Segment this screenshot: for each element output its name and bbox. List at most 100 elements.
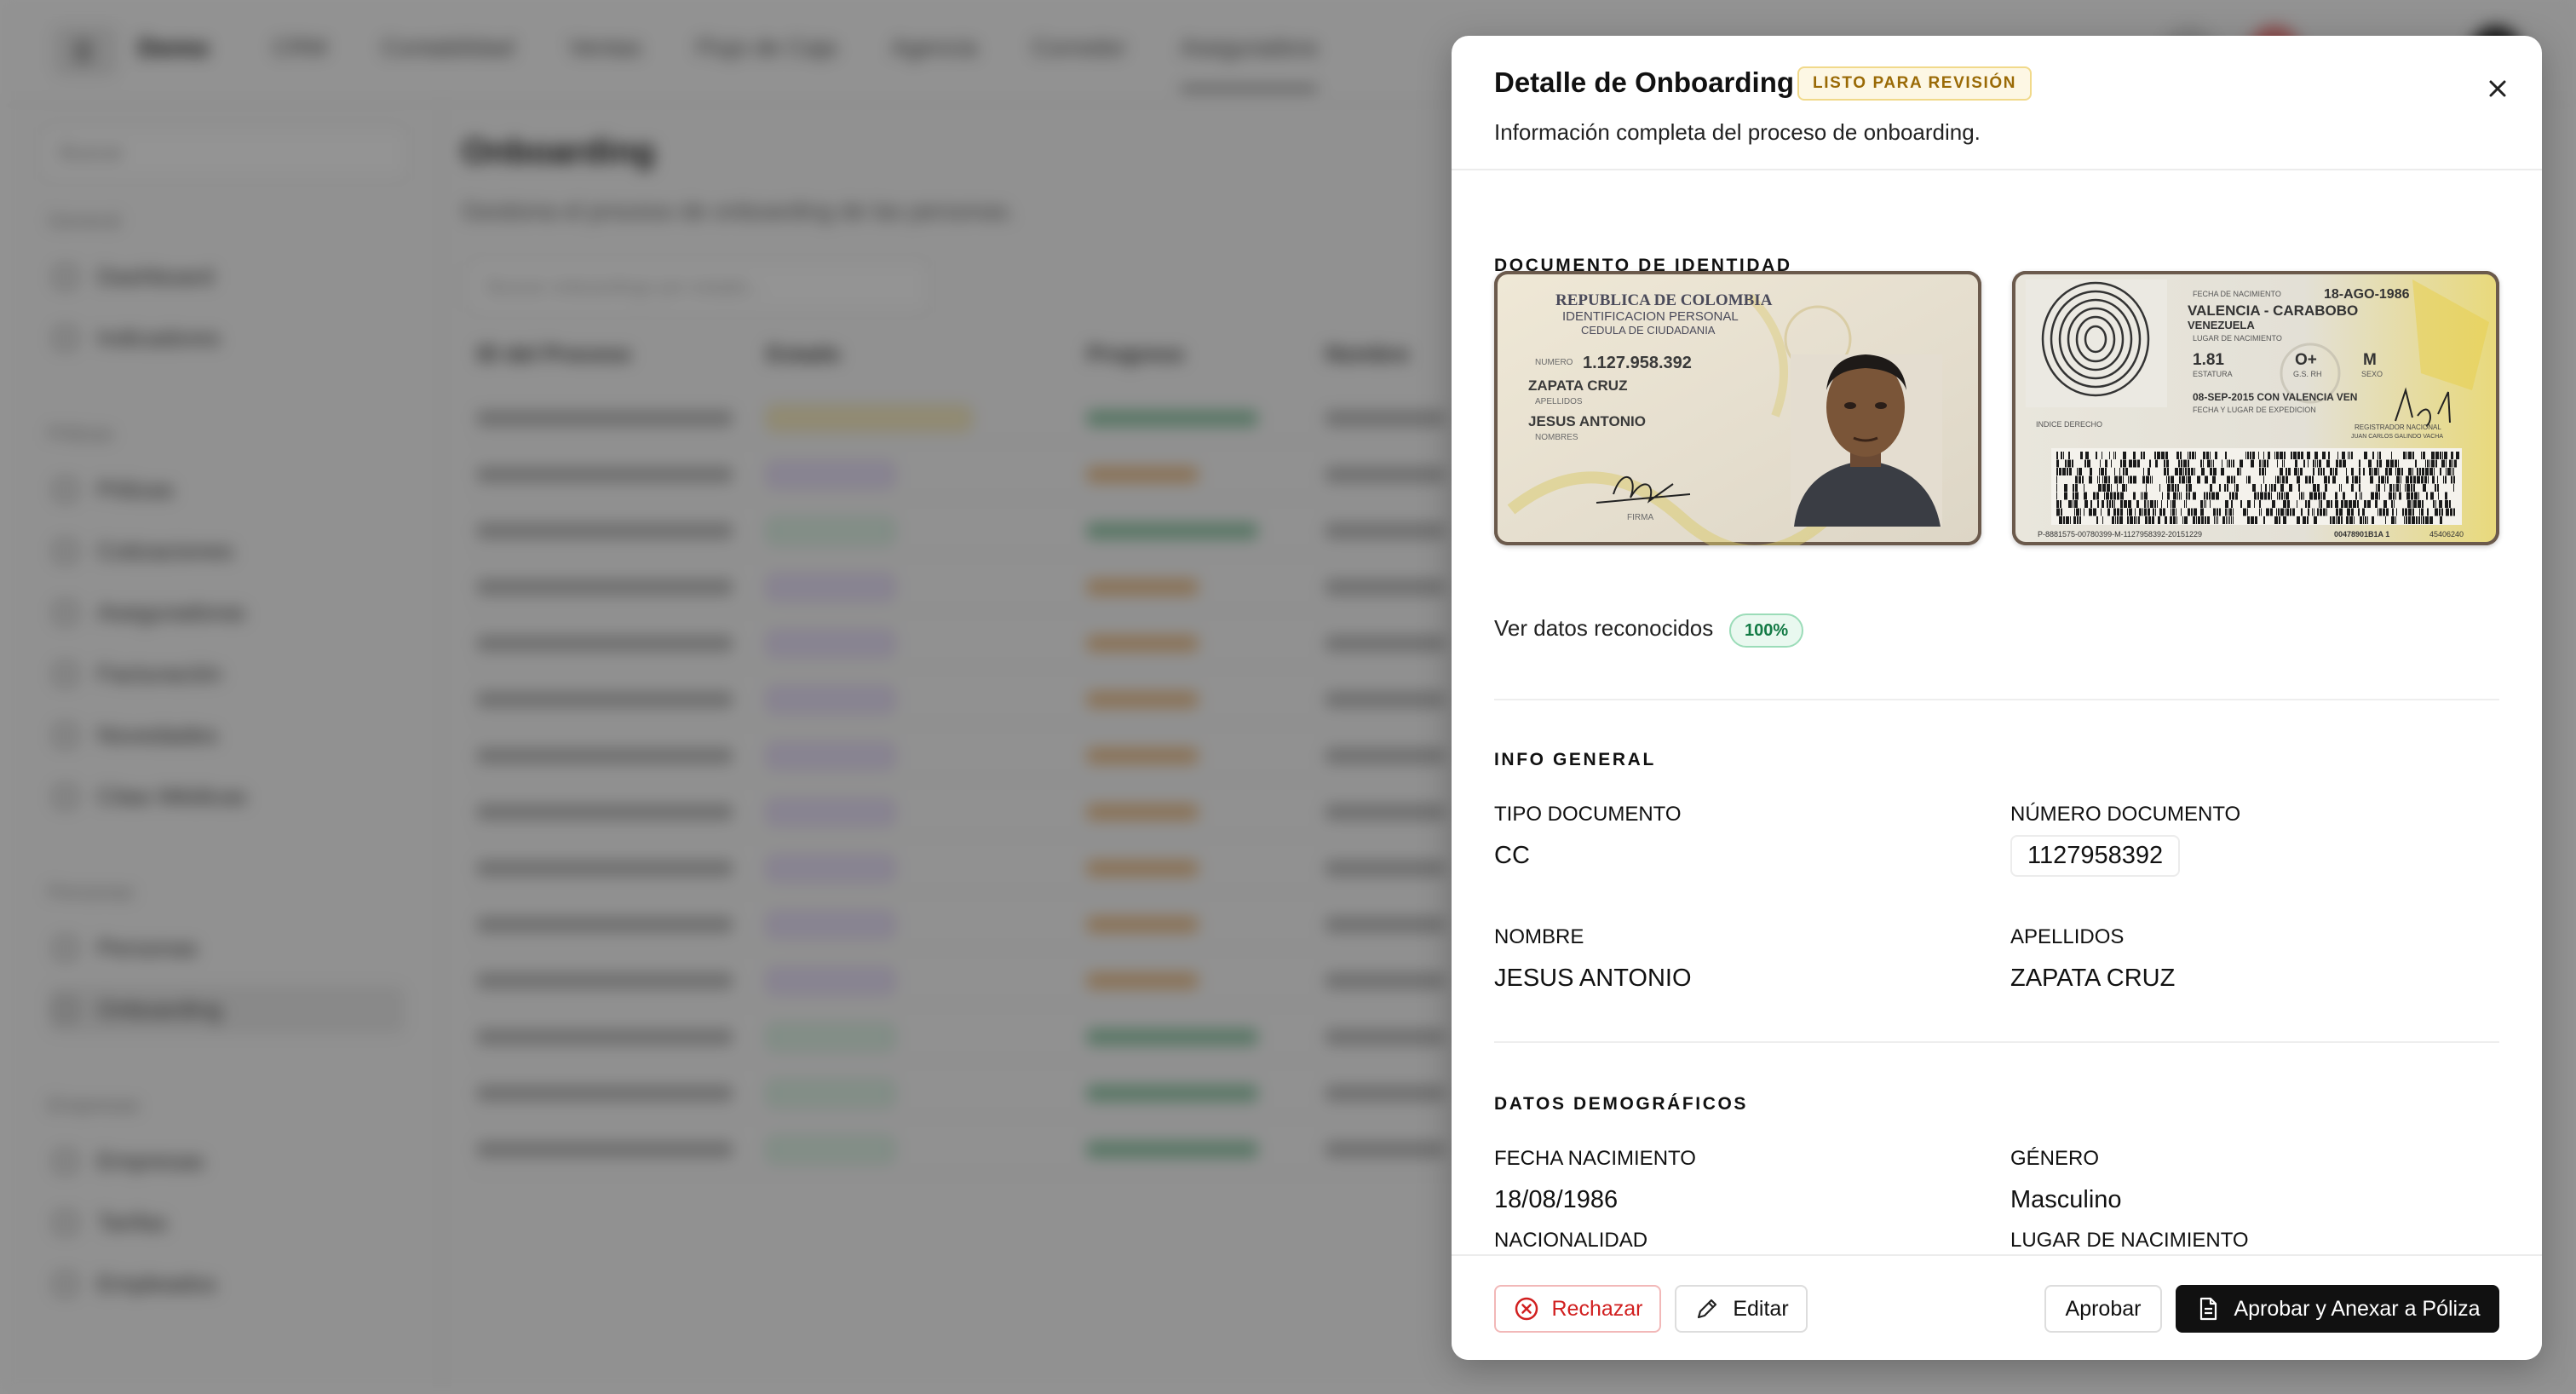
barcode-bar [2435,452,2439,459]
reject-button[interactable]: Rechazar [1494,1285,1661,1333]
barcode-bar [2404,516,2405,524]
barcode-bar [2435,500,2436,508]
barcode-bar [2295,459,2297,468]
barcode-bar [2261,484,2262,492]
barcode-bar [2205,500,2206,508]
barcode-bar [2183,468,2184,475]
barcode-bar [2233,459,2234,468]
barcode-bar [2233,516,2234,524]
barcode-bar [2073,492,2074,500]
barcode-bar [2207,516,2210,524]
barcode-bar [2301,508,2303,516]
barcode-bar [2216,492,2219,500]
approve-button[interactable]: Aprobar [2044,1285,2162,1333]
barcode-bar [2405,508,2407,516]
barcode-bar [2309,492,2313,500]
barcode-bar [2257,492,2259,500]
id-line2: IDENTIFICACION PERSONAL [1562,309,1739,324]
field-label-tipo-documento: TIPO DOCUMENTO [1494,803,1682,826]
barcode-bar [2428,475,2429,484]
barcode-bar [2333,468,2334,475]
indice-label: INDICE DERECHO [2036,420,2102,429]
barcode-bar [2321,492,2322,500]
barcode-bar [2330,516,2332,524]
barcode-bar [2149,459,2151,468]
estatura: 1.81 [2193,351,2224,369]
id-photo [1791,354,1942,527]
barcode-bar [2120,508,2123,516]
fecha-nac-label: FECHA DE NACIMIENTO [2193,290,2281,298]
barcode-bar [2162,492,2163,500]
barcode-bar [2109,452,2110,459]
barcode-bar [2089,475,2092,484]
barcode-bar [2074,508,2075,516]
barcode-bar [2396,508,2397,516]
barcode-bar [2246,475,2247,484]
barcode-bar [2126,484,2127,492]
barcode-bar [2301,452,2303,459]
barcode-bar [2112,516,2114,524]
barcode-bar [2119,468,2120,475]
barcode-bar [2284,459,2285,468]
barcode-bar [2372,452,2374,459]
barcode-bar [2113,492,2116,500]
barcode-bar [2359,459,2360,468]
barcode-bar [2326,508,2327,516]
field-value-numero-documento[interactable]: 1127958392 [2010,835,2181,877]
barcode-bar [2425,516,2429,524]
barcode-bar [2307,452,2310,459]
dialog-title: Detalle de Onboarding [1494,66,1795,98]
barcode-bar [2136,516,2137,524]
barcode-bar [2312,475,2314,484]
barcode-bar [2207,459,2211,468]
barcode-bar [2080,508,2081,516]
card-code-2: 45406240 [2429,530,2464,539]
barcode-bar [2233,508,2234,516]
barcode-bar [2123,468,2125,475]
id-card-front-image[interactable]: REPUBLICA DE COLOMBIA IDENTIFICACION PER… [1494,271,1981,545]
barcode-bar [2305,500,2307,508]
barcode-bar [2367,516,2368,524]
barcode-bar [2412,452,2414,459]
edit-button[interactable]: Editar [1675,1285,1808,1333]
barcode-bar [2300,468,2303,475]
barcode-bar [2219,484,2221,492]
barcode-bar [2265,484,2267,492]
barcode-bar [2315,459,2316,468]
barcode-bar [2274,516,2278,524]
barcode-bar [2275,475,2276,484]
barcode-bar [2378,468,2379,475]
dialog-body[interactable]: DOCUMENTO DE IDENTIDAD REPUBLICA DE COLO… [1452,172,2542,1254]
close-button[interactable] [2477,68,2518,109]
barcode-bar [2200,500,2203,508]
barcode-bar [2097,500,2099,508]
barcode-bar [2314,452,2318,459]
barcode-bar [2193,492,2196,500]
barcode-bar [2355,475,2358,484]
barcode-bar [2175,468,2178,475]
barcode-bar [2303,516,2306,524]
barcode-bar [2087,459,2090,468]
barcode-bar [2171,475,2174,484]
barcode-bar [2128,500,2131,508]
barcode-bar [2421,475,2424,484]
barcode-bar [2386,459,2389,468]
barcode-bar [2188,468,2190,475]
barcode-bar [2146,475,2149,484]
approve-and-annex-button[interactable]: Aprobar y Anexar a Póliza [2176,1285,2499,1333]
barcode-bar [2093,492,2096,500]
id-card-back-image[interactable]: INDICE DERECHO FECHA DE NACIMIENTO 18-AG… [2012,271,2499,545]
id-line3: CEDULA DE CIUDADANIA [1581,324,1716,337]
barcode-bar [2068,452,2070,459]
barcode-bar [2262,459,2263,468]
barcode-bar [2412,468,2413,475]
id-apellidos: ZAPATA CRUZ [1528,377,1627,394]
barcode-bar [2203,459,2204,468]
dialog-header: Detalle de Onboarding LISTO PARA REVISIÓ… [1452,36,2542,170]
recognized-data-link[interactable]: Ver datos reconocidos [1494,615,1713,642]
barcode-bar [2073,484,2074,492]
barcode-bar [2381,475,2384,484]
barcode-bar [2079,475,2081,484]
barcode-bar [2281,492,2283,500]
barcode-bar [2274,452,2275,459]
